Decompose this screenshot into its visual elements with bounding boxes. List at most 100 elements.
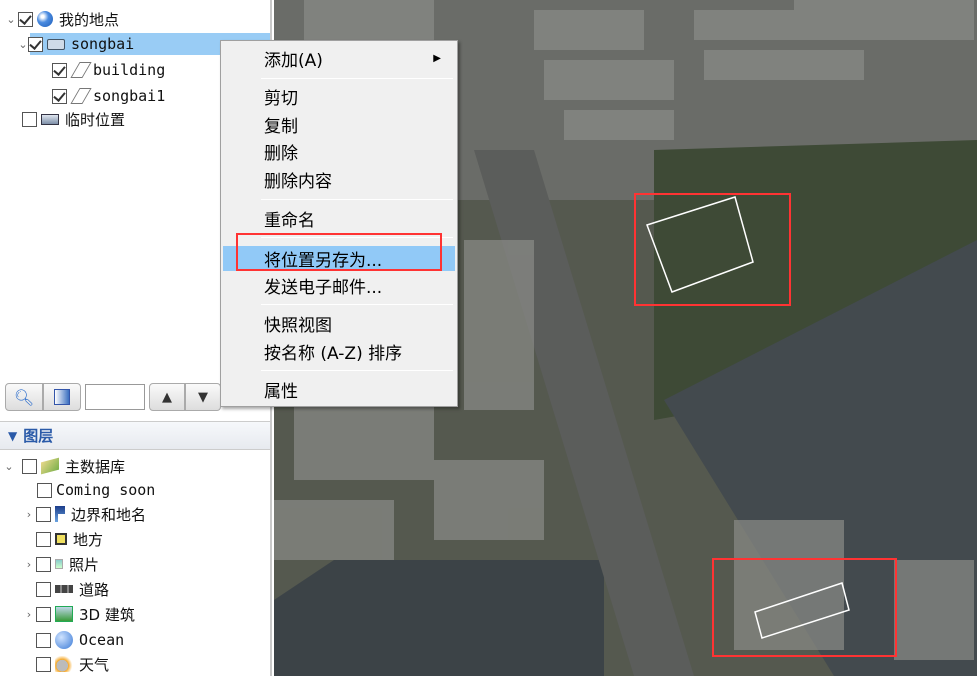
menu-item-label: 删除 xyxy=(264,144,298,164)
polygon-icon xyxy=(70,62,92,78)
label: 道路 xyxy=(79,580,110,599)
layer-item[interactable]: 天气 xyxy=(22,653,109,675)
label: songbai xyxy=(71,35,135,53)
chevron-down-icon[interactable]: ⌄ xyxy=(2,460,16,473)
building-3d-icon xyxy=(55,606,73,622)
layer-item[interactable]: Coming soon xyxy=(23,479,155,501)
label: 我的地点 xyxy=(59,10,120,29)
layers-stack-icon xyxy=(41,457,59,475)
label: building xyxy=(93,61,166,79)
checkbox[interactable] xyxy=(22,111,37,127)
checkbox[interactable] xyxy=(36,581,51,597)
layers-title: 图层 xyxy=(23,427,54,445)
tree-item-songbai1[interactable]: songbai1 xyxy=(52,85,165,107)
annotation-box xyxy=(634,193,791,306)
menu-item-label: 剪切 xyxy=(264,89,298,109)
menu-item[interactable]: 按名称 (A-Z) 排序 xyxy=(223,339,455,364)
submenu-arrow-icon: ▶ xyxy=(433,53,441,64)
layer-item[interactable]: 地方 xyxy=(22,528,103,550)
layer-item[interactable]: 道路 xyxy=(22,578,109,600)
weather-icon xyxy=(55,656,73,672)
menu-item[interactable]: 复制 xyxy=(223,112,455,137)
road-icon xyxy=(55,585,73,593)
menu-item[interactable]: 属性 xyxy=(223,377,455,402)
photo-icon xyxy=(55,559,63,569)
menu-separator xyxy=(261,199,453,200)
panel-toggle-button[interactable] xyxy=(43,383,81,411)
label: 临时位置 xyxy=(65,110,126,129)
checkbox[interactable] xyxy=(36,506,51,522)
menu-item[interactable]: 添加(A) ▶ xyxy=(223,46,455,71)
menu-separator xyxy=(261,304,453,305)
checkbox[interactable] xyxy=(36,606,51,622)
move-down-button[interactable]: ▼ xyxy=(185,383,221,411)
label: 3D 建筑 xyxy=(79,605,135,624)
menu-item[interactable]: 剪切 xyxy=(223,84,455,109)
checkbox[interactable] xyxy=(52,62,67,78)
menu-item-label: 重命名 xyxy=(264,211,315,231)
label: 主数据库 xyxy=(65,457,126,476)
checkbox[interactable] xyxy=(36,556,51,572)
tree-item-my-places[interactable]: ⌄ 我的地点 xyxy=(4,8,119,30)
layer-primary-database[interactable]: ⌄ 主数据库 xyxy=(2,455,125,477)
checkbox[interactable] xyxy=(36,531,51,547)
arrow-up-icon: ▲ xyxy=(162,389,172,405)
google-earth-icon xyxy=(37,11,53,27)
menu-separator xyxy=(261,78,453,79)
checkbox[interactable] xyxy=(37,482,52,498)
label: Ocean xyxy=(79,631,125,649)
checkbox[interactable] xyxy=(36,632,51,648)
chevron-right-icon[interactable]: › xyxy=(22,508,36,521)
panel-icon xyxy=(54,389,70,405)
label: 天气 xyxy=(79,655,110,674)
layer-item[interactable]: › 3D 建筑 xyxy=(22,603,135,625)
menu-item-label: 发送电子邮件... xyxy=(264,278,383,298)
label: 地方 xyxy=(73,530,104,549)
places-toolbar: 🔍︎ ▲ ▼ xyxy=(5,383,221,411)
arrow-down-icon: ▼ xyxy=(198,389,208,405)
menu-separator xyxy=(261,370,453,371)
checkbox[interactable] xyxy=(36,656,51,672)
layer-item[interactable]: › 照片 xyxy=(22,553,99,575)
menu-item-label: 快照视图 xyxy=(264,316,332,336)
annotation-box xyxy=(712,558,897,657)
menu-item[interactable]: 删除内容 xyxy=(223,167,455,192)
flag-icon xyxy=(55,506,65,522)
tree-item-temp-places[interactable]: 临时位置 xyxy=(22,108,125,130)
checkbox[interactable] xyxy=(52,88,67,104)
search-input[interactable] xyxy=(85,384,145,410)
label: Coming soon xyxy=(56,481,156,499)
checkbox[interactable] xyxy=(28,36,43,52)
menu-item-label: 按名称 (A-Z) 排序 xyxy=(264,344,403,364)
chevron-down-icon[interactable]: ⌄ xyxy=(4,13,18,26)
layer-item[interactable]: Ocean xyxy=(22,629,124,651)
layers-header[interactable]: ▼ 图层 xyxy=(0,421,270,450)
label: 边界和地名 xyxy=(71,505,147,524)
annotation-box xyxy=(236,233,442,271)
menu-item[interactable]: 发送电子邮件... xyxy=(223,273,455,298)
menu-item-label: 属性 xyxy=(264,382,298,402)
label: songbai1 xyxy=(93,87,166,105)
collapse-triangle-icon: ▼ xyxy=(8,428,18,443)
checkbox[interactable] xyxy=(18,11,33,27)
menu-item[interactable]: 重命名 xyxy=(223,206,455,231)
open-folder-icon xyxy=(47,38,65,50)
ocean-globe-icon xyxy=(55,631,73,649)
folder-icon xyxy=(41,113,59,125)
chevron-right-icon[interactable]: › xyxy=(22,608,36,621)
menu-item[interactable]: 快照视图 xyxy=(223,311,455,336)
search-button[interactable]: 🔍︎ xyxy=(5,383,43,411)
layer-item[interactable]: › 边界和地名 xyxy=(22,503,146,525)
polygon-icon xyxy=(70,88,92,104)
place-icon xyxy=(55,533,67,545)
checkbox[interactable] xyxy=(22,458,37,474)
menu-item[interactable]: 删除 xyxy=(223,139,455,164)
context-menu: 添加(A) ▶ 剪切 复制 删除 删除内容 重命名 将位置另存为... 发送电子邮件... 快照视… xyxy=(220,40,458,407)
tree-item-building[interactable]: building xyxy=(52,59,165,81)
menu-item-label: 复制 xyxy=(264,117,298,137)
label: 照片 xyxy=(69,555,100,574)
menu-item-label: 删除内容 xyxy=(264,172,332,192)
chevron-right-icon[interactable]: › xyxy=(22,558,36,571)
move-up-button[interactable]: ▲ xyxy=(149,383,185,411)
search-icon: 🔍︎ xyxy=(13,387,35,407)
